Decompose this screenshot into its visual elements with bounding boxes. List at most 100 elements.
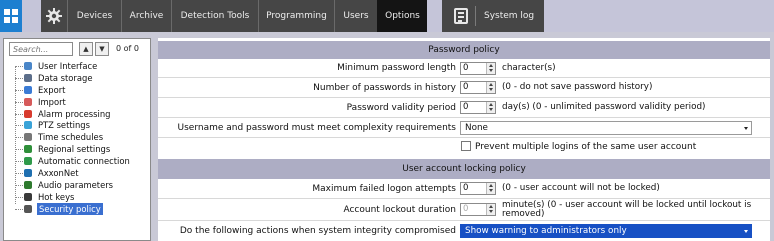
stepper-value: 0 bbox=[463, 63, 469, 73]
options-tree-panel: ▲ ▼ 0 of 0 User InterfaceData storageExp… bbox=[3, 38, 151, 241]
tree-item[interactable]: Audio parameters bbox=[6, 179, 150, 191]
audio-icon bbox=[24, 180, 32, 189]
tree-item[interactable]: Export bbox=[6, 84, 150, 96]
min-password-length-stepper[interactable]: 0 bbox=[460, 62, 496, 75]
tree-item[interactable]: Time schedules bbox=[6, 131, 150, 143]
tab-detection-tools[interactable]: Detection Tools bbox=[171, 0, 258, 32]
tree-item[interactable]: Data storage bbox=[6, 72, 150, 84]
setting-unit: minute(s) (0 - user account will be lock… bbox=[502, 199, 752, 219]
setting-row: Account lockout duration 0 minute(s) (0 … bbox=[158, 199, 770, 221]
hotkeys-icon bbox=[24, 192, 32, 201]
gear-icon[interactable] bbox=[41, 0, 67, 32]
stepper-arrows-icon[interactable] bbox=[486, 204, 495, 215]
tree-item[interactable]: Alarm processing bbox=[6, 108, 150, 120]
top-navigation-bar: Devices Archive Detection Tools Programm… bbox=[0, 0, 774, 32]
setting-unit: day(s) (0 - unlimited password validity … bbox=[502, 102, 706, 112]
setting-row: Do the following actions when system int… bbox=[158, 221, 770, 241]
section-header-password-policy: Password policy bbox=[158, 41, 770, 59]
system-log-icon bbox=[454, 8, 468, 24]
max-failed-attempts-stepper[interactable]: 0 bbox=[460, 182, 496, 195]
tree-item-label: Hot keys bbox=[38, 191, 75, 202]
stepper-arrows-icon[interactable] bbox=[486, 82, 495, 93]
tab-users[interactable]: Users bbox=[334, 0, 377, 32]
stepper-value: 0 bbox=[463, 204, 469, 214]
stepper-arrows-icon[interactable] bbox=[486, 63, 495, 74]
tree-item-label: Import bbox=[38, 96, 66, 107]
setting-label: Account lockout duration bbox=[343, 204, 456, 215]
axxonnet-icon bbox=[24, 169, 32, 178]
tree-item[interactable]: Import bbox=[6, 96, 150, 108]
tab-archive[interactable]: Archive bbox=[121, 0, 171, 32]
checkbox-label: Prevent multiple logins of the same user… bbox=[475, 142, 697, 152]
setting-label: Minimum password length bbox=[337, 63, 456, 73]
lockout-duration-stepper[interactable]: 0 bbox=[460, 203, 496, 216]
stepper-arrows-icon[interactable] bbox=[486, 183, 495, 194]
tree-item[interactable]: Regional settings bbox=[6, 143, 150, 155]
setting-unit: (0 - do not save password history) bbox=[502, 82, 653, 92]
chevron-down-icon[interactable]: ▼ bbox=[95, 42, 109, 56]
chevron-down-icon bbox=[744, 127, 748, 130]
globe-icon bbox=[24, 145, 32, 154]
tree-item-label: Audio parameters bbox=[38, 179, 114, 190]
setting-unit: character(s) bbox=[502, 62, 556, 73]
connection-icon bbox=[24, 157, 32, 166]
setting-label: Number of passwords in history bbox=[313, 82, 456, 93]
setting-label: Password validity period bbox=[346, 102, 456, 113]
security-icon bbox=[24, 204, 32, 213]
search-input[interactable] bbox=[9, 42, 73, 56]
chevron-up-icon[interactable]: ▲ bbox=[79, 42, 93, 56]
export-icon bbox=[24, 85, 32, 94]
password-history-stepper[interactable]: 0 bbox=[460, 81, 496, 94]
grid-icon[interactable] bbox=[0, 0, 22, 32]
storage-icon bbox=[24, 73, 32, 82]
tab-devices[interactable]: Devices bbox=[67, 0, 121, 32]
tree-item[interactable]: PTZ settings bbox=[6, 119, 150, 131]
import-icon bbox=[24, 97, 32, 106]
alarm-icon bbox=[24, 109, 32, 118]
tree-item-label: Alarm processing bbox=[38, 108, 111, 119]
tree-item-label: User Interface bbox=[38, 61, 98, 71]
tree-item-label: Export bbox=[38, 84, 66, 95]
tab-options[interactable]: Options bbox=[377, 0, 427, 32]
stepper-value: 0 bbox=[463, 102, 469, 112]
monitor-icon bbox=[24, 62, 32, 70]
tree-item-label: PTZ settings bbox=[38, 120, 90, 131]
tree-item[interactable]: User Interface bbox=[6, 60, 150, 72]
search-match-count: 0 of 0 bbox=[116, 44, 139, 53]
clock-icon bbox=[24, 133, 32, 142]
prevent-multiple-logins-checkbox[interactable] bbox=[461, 141, 471, 151]
tab-programming[interactable]: Programming bbox=[258, 0, 334, 32]
dropdown-value: None bbox=[465, 123, 488, 133]
setting-label: Maximum failed logon attempts bbox=[312, 183, 456, 194]
tree-item-label: AxxonNet bbox=[38, 168, 79, 179]
stepper-arrows-icon[interactable] bbox=[486, 102, 495, 113]
tree-item[interactable]: AxxonNet bbox=[6, 167, 150, 179]
section-header-account-locking: User account locking policy bbox=[158, 159, 770, 179]
system-log-label: System log bbox=[484, 11, 535, 21]
tree-item-label: Time schedules bbox=[38, 132, 104, 143]
tree-item[interactable]: Security policy bbox=[6, 202, 150, 215]
divider bbox=[475, 6, 476, 26]
stepper-value: 0 bbox=[463, 82, 469, 92]
setting-row: Maximum failed logon attempts 0 (0 - use… bbox=[158, 179, 770, 199]
setting-row: Username and password must meet complexi… bbox=[158, 118, 770, 138]
tree-item[interactable]: Hot keys bbox=[6, 191, 150, 203]
security-policy-panel: Password policy Minimum password length … bbox=[158, 38, 770, 241]
ptz-icon bbox=[24, 121, 32, 130]
tree-item-label: Regional settings bbox=[38, 144, 111, 155]
integrity-action-dropdown[interactable]: Show warning to administrators only bbox=[460, 224, 752, 238]
tree-item-label: Security policy bbox=[37, 202, 103, 215]
setting-label: Username and password must meet complexi… bbox=[177, 122, 456, 133]
complexity-requirements-dropdown[interactable]: None bbox=[460, 121, 752, 135]
setting-row: Number of passwords in history 0 (0 - do… bbox=[158, 78, 770, 98]
tree-item-label: Automatic connection bbox=[38, 156, 130, 167]
setting-row: Prevent multiple logins of the same user… bbox=[158, 138, 770, 156]
system-log-button[interactable]: System log bbox=[442, 0, 544, 32]
setting-unit: (0 - user account will not be locked) bbox=[502, 183, 660, 193]
setting-row: Password validity period 0 day(s) (0 - u… bbox=[158, 98, 770, 118]
tree-item[interactable]: Automatic connection bbox=[6, 155, 150, 167]
password-validity-stepper[interactable]: 0 bbox=[460, 101, 496, 114]
tree-item-label: Data storage bbox=[38, 72, 93, 83]
setting-label: Do the following actions when system int… bbox=[179, 226, 456, 236]
dropdown-value: Show warning to administrators only bbox=[465, 226, 627, 236]
